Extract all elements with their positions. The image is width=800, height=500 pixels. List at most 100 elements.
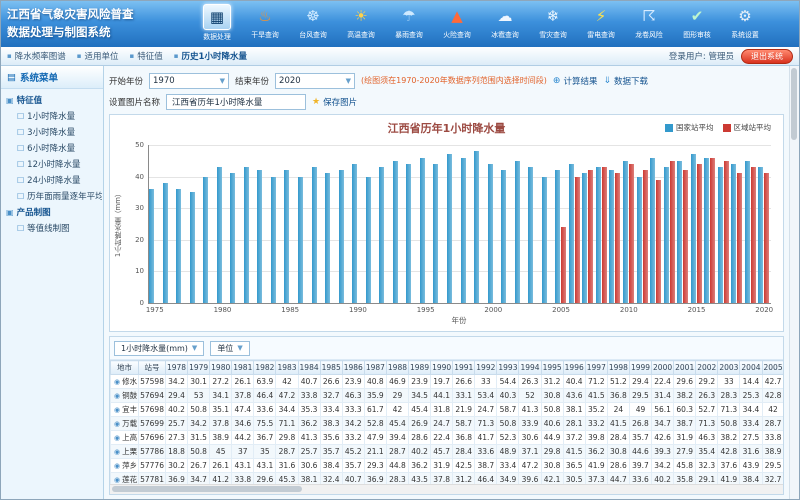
table-row[interactable]: ◉上栗5778618.850.845373528.725.735.745.221… bbox=[111, 445, 784, 459]
station-radio-icon[interactable]: ◉ bbox=[114, 434, 120, 442]
end-year-select[interactable]: 2020▼ bbox=[275, 73, 355, 89]
toolbar-item-8[interactable]: ❄雪灾查询 bbox=[531, 4, 575, 40]
main-toolbar: ▦数据处理♨干旱查询☸台风查询☀高温查询☂暴雨查询▲火险查询☁冰雹查询❄雪灾查询… bbox=[195, 1, 799, 47]
horizontal-scrollbar-thumb[interactable] bbox=[112, 486, 302, 492]
download-button[interactable]: ⇓ 数据下载 bbox=[603, 75, 648, 87]
toolbar-item-6[interactable]: ▲火险查询 bbox=[435, 4, 479, 40]
sidebar-item-12小时降水量[interactable]: ☐12小时降水量 bbox=[2, 156, 102, 172]
column-header-1989[interactable]: 1989 bbox=[409, 361, 431, 375]
breadcrumb-item[interactable]: ▪适用单位 bbox=[77, 50, 119, 62]
station-radio-icon[interactable]: ◉ bbox=[114, 462, 120, 470]
sidebar: ▤ 系统菜单 ▣特征值☐1小时降水量☐3小时降水量☐6小时降水量☐12小时降水量… bbox=[1, 66, 104, 499]
legend-label: 国家站平均 bbox=[676, 122, 714, 133]
column-header-1998[interactable]: 1998 bbox=[607, 361, 629, 375]
column-header-1992[interactable]: 1992 bbox=[475, 361, 497, 375]
checkbox-icon[interactable]: ☐ bbox=[17, 192, 24, 201]
column-header-1994[interactable]: 1994 bbox=[519, 361, 541, 375]
column-header-1981[interactable]: 1981 bbox=[232, 361, 254, 375]
toolbar-item-4[interactable]: ☀高温查询 bbox=[339, 4, 383, 40]
station-radio-icon[interactable]: ◉ bbox=[114, 420, 120, 428]
station-radio-icon[interactable]: ◉ bbox=[114, 392, 120, 400]
sidebar-item-特征值[interactable]: ▣特征值 bbox=[2, 92, 102, 108]
column-header-1995[interactable]: 1995 bbox=[541, 361, 563, 375]
save-image-button[interactable]: ★ 保存图片 bbox=[312, 96, 357, 108]
checkbox-icon[interactable]: ☐ bbox=[17, 160, 24, 169]
toolbar-item-3[interactable]: ☸台风查询 bbox=[291, 4, 335, 40]
value-cell: 48.9 bbox=[497, 445, 519, 459]
table-row[interactable]: ◉修水5759834.230.127.226.163.94240.726.623… bbox=[111, 375, 784, 389]
column-header-1987[interactable]: 1987 bbox=[364, 361, 386, 375]
station-radio-icon[interactable]: ◉ bbox=[114, 476, 120, 484]
toolbar-item-2[interactable]: ♨干旱查询 bbox=[243, 4, 287, 40]
column-header-2000[interactable]: 2000 bbox=[652, 361, 674, 375]
value-cell: 25.7 bbox=[165, 417, 187, 431]
station-radio-icon[interactable]: ◉ bbox=[114, 406, 120, 414]
column-header-1996[interactable]: 1996 bbox=[563, 361, 585, 375]
vertical-scrollbar[interactable] bbox=[789, 66, 799, 499]
sidebar-item-1小时降水量[interactable]: ☐1小时降水量 bbox=[2, 108, 102, 124]
table-row[interactable]: ◉铜鼓5769429.45334.137.846.447.233.832.746… bbox=[111, 389, 784, 403]
column-header-1988[interactable]: 1988 bbox=[386, 361, 408, 375]
breadcrumb-item[interactable]: ▪特征值 bbox=[130, 50, 163, 62]
vertical-scrollbar-thumb[interactable] bbox=[791, 68, 797, 140]
column-header-1979[interactable]: 1979 bbox=[188, 361, 210, 375]
column-header-2003[interactable]: 2003 bbox=[718, 361, 740, 375]
column-header-1991[interactable]: 1991 bbox=[453, 361, 475, 375]
sidebar-item-等值线制图[interactable]: ☐等值线制图 bbox=[2, 220, 102, 236]
table-row[interactable]: ◉莲花5778136.934.741.233.829.645.338.132.4… bbox=[111, 473, 784, 485]
table-row[interactable]: ◉萍乡5777630.226.726.143.143.131.630.638.4… bbox=[111, 459, 784, 473]
table-scroll-area[interactable]: 地市站号197819791980198119821983198419851986… bbox=[110, 360, 783, 484]
column-header-地市[interactable]: 地市 bbox=[111, 361, 139, 375]
toolbar-item-1[interactable]: ▦数据处理 bbox=[195, 4, 239, 42]
start-year-select[interactable]: 1970▼ bbox=[149, 73, 229, 89]
station-radio-icon[interactable]: ◉ bbox=[114, 448, 120, 456]
sidebar-item-历年面雨量逐年平均雨量[interactable]: ☐历年面雨量逐年平均雨量 bbox=[2, 188, 102, 204]
horizontal-scrollbar[interactable] bbox=[110, 484, 783, 494]
sidebar-item-3小时降水量[interactable]: ☐3小时降水量 bbox=[2, 124, 102, 140]
sidebar-item-产品制图[interactable]: ▣产品制图 bbox=[2, 204, 102, 220]
toolbar-item-7[interactable]: ☁冰雹查询 bbox=[483, 4, 527, 40]
column-header-2005[interactable]: 2005 bbox=[762, 361, 783, 375]
column-header-1997[interactable]: 1997 bbox=[585, 361, 607, 375]
table-row[interactable]: ◉万载5769925.734.237.834.675.571.136.238.3… bbox=[111, 417, 784, 431]
column-header-1980[interactable]: 1980 bbox=[210, 361, 232, 375]
checkbox-icon[interactable]: ☐ bbox=[17, 128, 24, 137]
column-header-1984[interactable]: 1984 bbox=[298, 361, 320, 375]
toolbar-item-11[interactable]: ✔图形审核 bbox=[675, 4, 719, 40]
toolbar-item-12[interactable]: ⚙系统设置 bbox=[723, 4, 767, 40]
column-header-1982[interactable]: 1982 bbox=[254, 361, 276, 375]
checkbox-icon[interactable]: ☐ bbox=[17, 144, 24, 153]
column-header-1985[interactable]: 1985 bbox=[320, 361, 342, 375]
column-header-2001[interactable]: 2001 bbox=[674, 361, 696, 375]
unit-select[interactable]: 单位▼ bbox=[210, 341, 249, 356]
toolbar-item-10[interactable]: ☈龙卷风险 bbox=[627, 4, 671, 40]
checkbox-icon[interactable]: ☐ bbox=[17, 112, 24, 121]
sidebar-item-6小时降水量[interactable]: ☐6小时降水量 bbox=[2, 140, 102, 156]
column-header-1990[interactable]: 1990 bbox=[431, 361, 453, 375]
table-row[interactable]: ◉宜丰5769840.250.835.147.433.634.435.333.4… bbox=[111, 403, 784, 417]
column-header-1993[interactable]: 1993 bbox=[497, 361, 519, 375]
value-cell: 45.4 bbox=[409, 403, 431, 417]
column-header-2002[interactable]: 2002 bbox=[696, 361, 718, 375]
image-name-input[interactable]: 江西省历年1小时降水量 bbox=[166, 94, 306, 110]
breadcrumb-item[interactable]: ▪历史1小时降水量 bbox=[174, 50, 247, 62]
checkbox-icon[interactable]: ☐ bbox=[17, 176, 24, 185]
table-row[interactable]: ◉上高5769627.331.538.944.236.729.841.335.6… bbox=[111, 431, 784, 445]
column-header-1986[interactable]: 1986 bbox=[342, 361, 364, 375]
column-header-站号[interactable]: 站号 bbox=[139, 361, 166, 375]
breadcrumb-item[interactable]: ▪降水频率图谱 bbox=[7, 50, 66, 62]
toolbar-item-9[interactable]: ⚡雷电查询 bbox=[579, 4, 623, 40]
calculate-button[interactable]: ⊕ 计算结果 bbox=[553, 75, 598, 87]
metric-label: 1小时降水量(mm) bbox=[121, 343, 188, 354]
sidebar-item-24小时降水量[interactable]: ☐24小时降水量 bbox=[2, 172, 102, 188]
column-header-1978[interactable]: 1978 bbox=[165, 361, 187, 375]
checkbox-icon[interactable]: ☐ bbox=[17, 224, 24, 233]
toolbar-item-5[interactable]: ☂暴雨查询 bbox=[387, 4, 431, 40]
column-header-1983[interactable]: 1983 bbox=[276, 361, 298, 375]
metric-select[interactable]: 1小时降水量(mm)▼ bbox=[114, 341, 204, 356]
station-radio-icon[interactable]: ◉ bbox=[114, 378, 120, 386]
column-header-2004[interactable]: 2004 bbox=[740, 361, 762, 375]
value-cell: 38.7 bbox=[475, 459, 497, 473]
logout-button[interactable]: 退出系统 bbox=[741, 49, 793, 64]
column-header-1999[interactable]: 1999 bbox=[629, 361, 651, 375]
